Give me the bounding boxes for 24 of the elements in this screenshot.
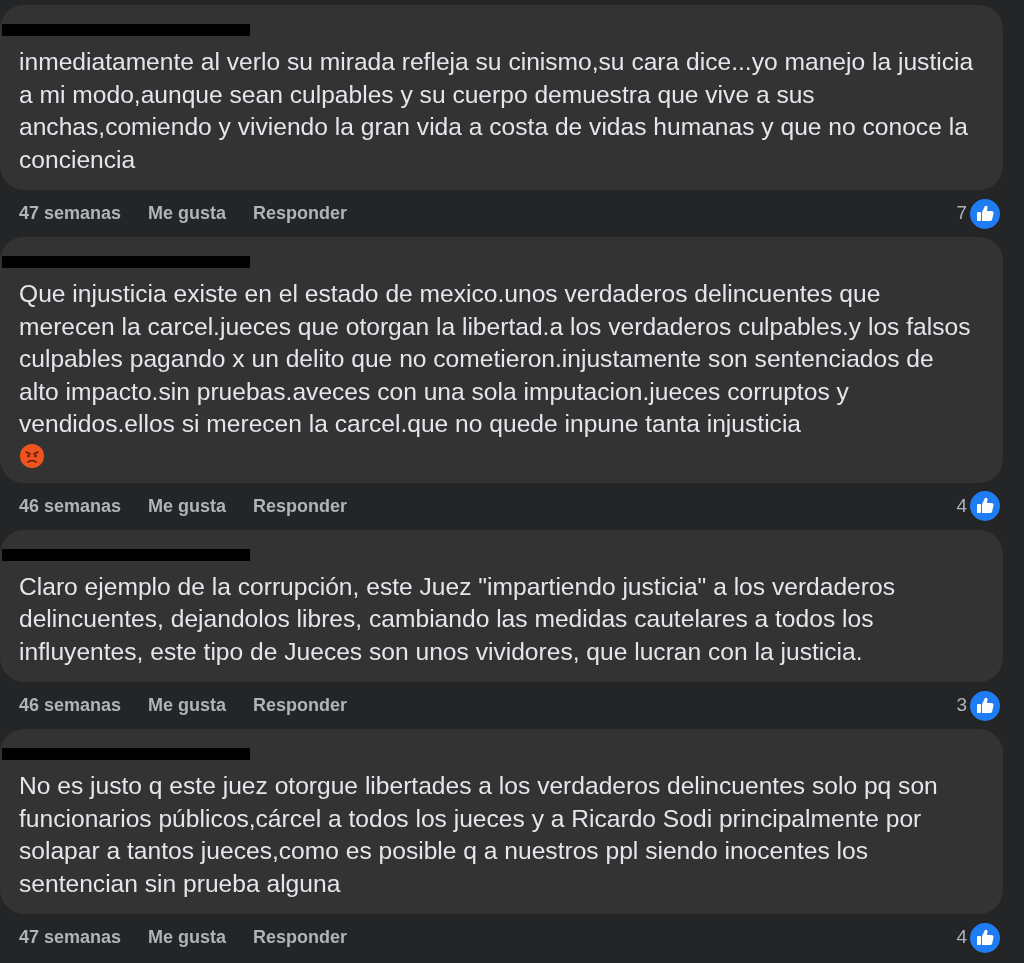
like-link[interactable]: Me gusta <box>148 924 227 951</box>
reaction-count: 4 <box>956 493 967 518</box>
thumbs-up-icon <box>968 196 1002 231</box>
reaction-count: 3 <box>956 693 967 718</box>
like-link[interactable]: Me gusta <box>148 692 227 719</box>
comment-text: Claro ejemplo de la corrupción, este Juez "impartiendo justicia" a los verdaderos delincuentes, dejandolos libres, cambiando las medidas cautelares a todos los influyentes, este tipo de Jueces son unos vividores, que lucran con la justicia. <box>19 571 896 667</box>
reaction-count: 7 <box>956 201 967 226</box>
thumbs-up-icon <box>968 920 1002 955</box>
comment-text: Que injusticia existe en el estado de mexico.unos verdaderos delincuentes que merecen la carcel.jueces que otorgan la libertad.a los verdaderos culpables.y los falsos culpables pagando x un delito que no cometieron.injustamente son sentenciados de alto impacto.sin pruebas.aveces con una sola imputacion.jueces corruptos y vendidos.ellos si merecen la carcel.que no quede inpune tanta injusticia <box>19 279 972 439</box>
comment-text: inmediatamente al verlo su mirada refleja su cinismo,su cara dice...yo manejo la justicia a mi modo,aunque sean culpables y su cuerpo demuestra que vive a sus anchas,comiendo y viviendo la gran vida a costa de vidas humanas y que no conoce la conciencia <box>19 47 975 175</box>
like-link[interactable]: Me gusta <box>148 492 227 520</box>
like-link[interactable]: Me gusta <box>148 200 227 227</box>
thumbs-up-icon <box>968 688 1002 723</box>
reply-link[interactable]: Responder <box>253 200 348 227</box>
reply-link[interactable]: Responder <box>253 924 348 951</box>
reply-link[interactable]: Responder <box>253 492 348 520</box>
reply-link[interactable]: Responder <box>253 692 348 719</box>
comment-time: 47 semanas <box>19 926 122 949</box>
comment-time: 46 semanas <box>19 494 122 518</box>
comment-text: No es justo q este juez otorgue libertades a los verdaderos delincuentes solo pq son funcionarios públicos,cárcel a todos los jueces y a Ricardo Sodi principalmente por solapar a tantos jueces,como es posible q a nuestros ppl siendo inocentes los sentencian sin prueba alguna <box>19 771 939 899</box>
comment-time: 47 semanas <box>19 202 122 225</box>
thumbs-up-icon <box>968 489 1002 523</box>
comment-time: 46 semanas <box>19 694 122 717</box>
reaction-count: 4 <box>956 925 967 950</box>
